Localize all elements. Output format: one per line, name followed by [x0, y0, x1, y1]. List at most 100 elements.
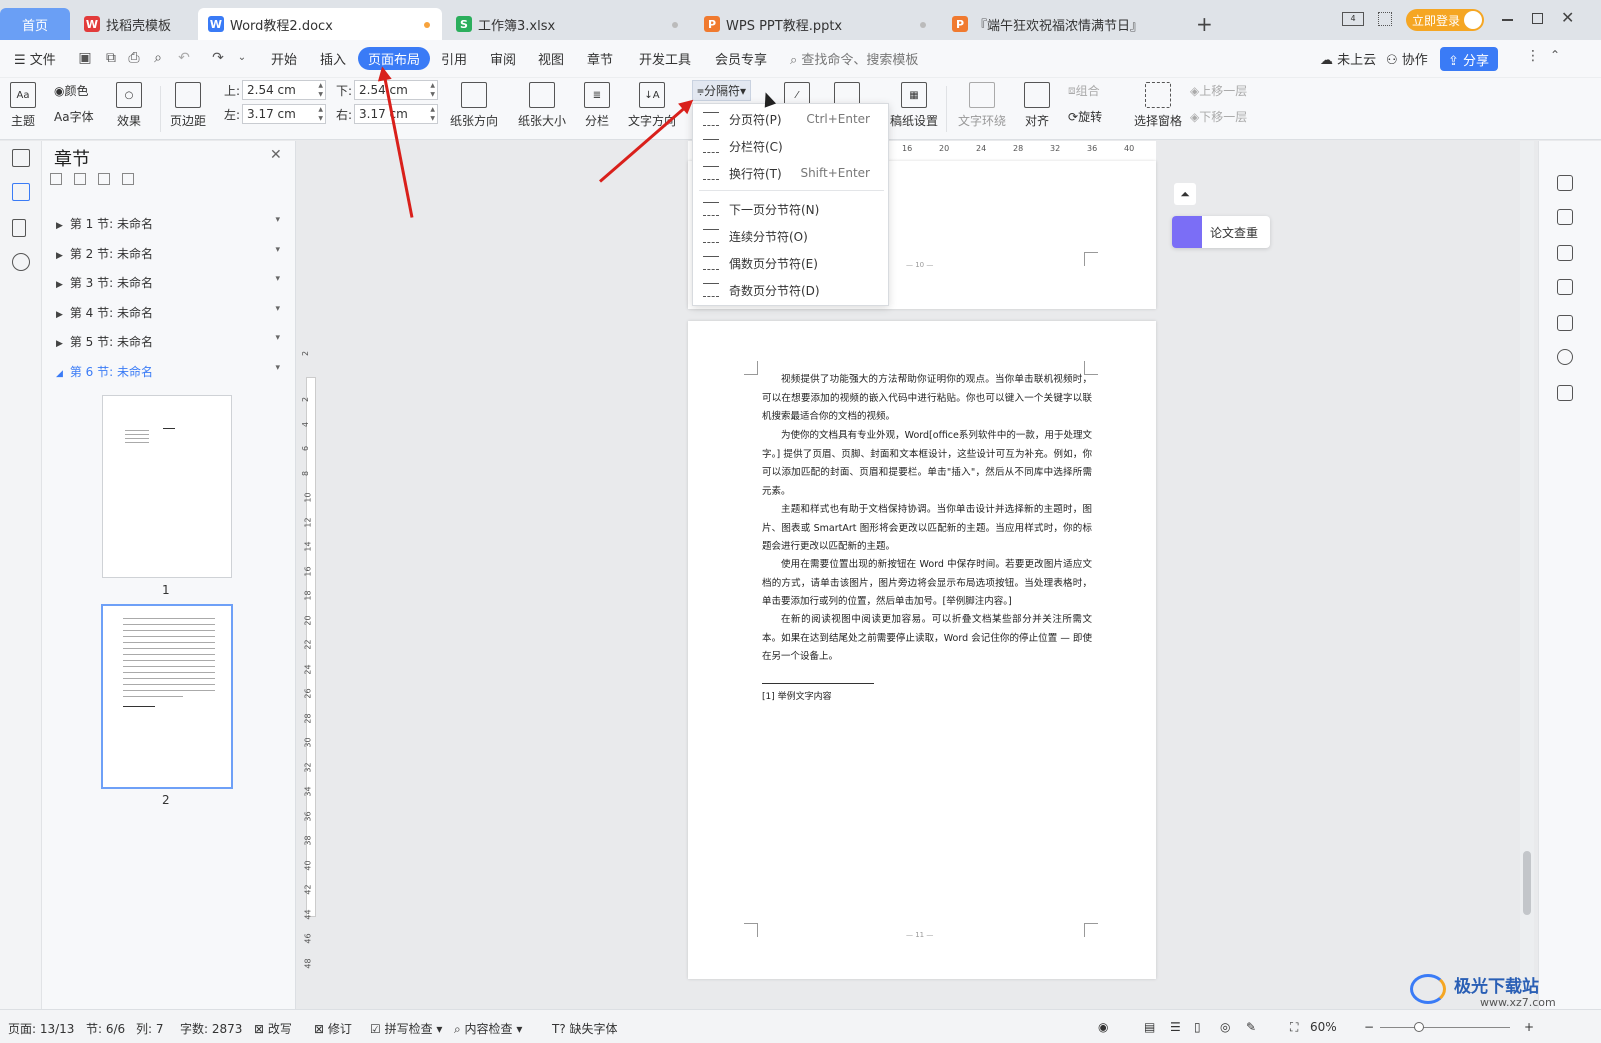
section-indicator[interactable]: 节: 6/6 — [86, 1020, 125, 1037]
even-page-section-option[interactable]: 偶数页分节符(E) — [693, 250, 888, 276]
chevron-down-icon[interactable]: ▾ — [275, 333, 280, 343]
page-thumbnail-1[interactable] — [102, 395, 232, 578]
track-changes-toggle[interactable]: ⊠ 修订 — [314, 1020, 352, 1037]
print-icon[interactable]: ⎙ — [126, 50, 142, 66]
zoom-in-icon[interactable]: + — [1524, 1020, 1534, 1034]
text-wrap-button[interactable]: 文字环绕 — [958, 82, 1006, 129]
paragraph[interactable]: 使用在需要位置出现的新按钮在 Word 中保存时间。若要更改图片适应文档的方式，… — [762, 556, 1092, 612]
document-canvas[interactable]: 16 20 24 28 32 36 40 — 10 — 视频提供了功能强大的方法帮助你证明你… — [322, 141, 1554, 1009]
paragraph[interactable]: 视频提供了功能强大的方法帮助你证明你的观点。当你单击联机视频时，可以在想要添加的… — [762, 371, 1092, 427]
column-break-option[interactable]: 分栏符(C) — [693, 133, 888, 159]
sliders-icon[interactable] — [1557, 279, 1573, 295]
font-button[interactable]: Aa 字体 — [54, 108, 94, 125]
line-break-option[interactable]: 换行符(T) Shift+Enter — [693, 160, 888, 186]
chapter-nav-icon[interactable] — [12, 183, 30, 201]
outline-view-icon[interactable]: ☰ — [1170, 1020, 1181, 1034]
eye-protect-icon[interactable]: ◉ — [1098, 1020, 1108, 1034]
theme-button[interactable]: Aa 主题 — [10, 82, 36, 129]
fit-page-icon[interactable]: ⛶ — [1290, 1020, 1298, 1035]
chevron-down-icon[interactable]: ⌄ — [234, 50, 250, 66]
redo-icon[interactable]: ↷ — [210, 50, 226, 66]
word-count[interactable]: 字数: 2873 — [180, 1020, 242, 1037]
overwrite-toggle[interactable]: ⊠ 改写 — [254, 1020, 292, 1037]
add-section-icon[interactable] — [98, 173, 110, 185]
collapse-up-icon[interactable]: ⏶ — [1174, 183, 1196, 205]
pointer-icon[interactable] — [1557, 245, 1573, 261]
file-menu[interactable]: ☰ 文件 — [14, 49, 56, 68]
page-11[interactable]: 视频提供了功能强大的方法帮助你证明你的观点。当你单击联机视频时，可以在想要添加的… — [688, 321, 1156, 979]
chapter-item-3[interactable]: ▶ 第 3 节: 未命名 ▾ — [56, 274, 280, 291]
page-view-icon[interactable]: ▤ — [1144, 1020, 1155, 1034]
zoom-slider[interactable] — [1380, 1022, 1510, 1032]
menu-start[interactable]: 开始 — [271, 49, 297, 68]
menu-chapter[interactable]: 章节 — [587, 49, 613, 68]
bring-forward-button[interactable]: ◈ 上移一层 — [1190, 82, 1247, 99]
orientation-button[interactable]: 纸张方向 — [450, 82, 498, 129]
margin-button[interactable]: 页边距 — [170, 82, 206, 129]
chevron-down-icon[interactable]: ▾ — [275, 245, 280, 255]
menu-member[interactable]: 会员专享 — [715, 49, 767, 68]
scrollbar-thumb[interactable] — [1523, 851, 1531, 915]
undo-icon[interactable]: ↶ — [176, 50, 192, 66]
color-button[interactable]: ◉ 颜色 — [54, 82, 89, 99]
web-view-icon[interactable]: ◎ — [1220, 1020, 1230, 1034]
page-indicator[interactable]: 页面: 13/13 — [8, 1020, 74, 1037]
next-page-section-option[interactable]: 下一页分节符(N) — [693, 196, 888, 222]
chevron-down-icon[interactable]: ▾ — [275, 215, 280, 225]
collab-button[interactable]: ⚇ 协作 — [1386, 49, 1428, 68]
image-tool-icon[interactable] — [1557, 315, 1573, 331]
paper-check-button[interactable]: 论文查重 — [1172, 216, 1270, 248]
continuous-section-option[interactable]: 连续分节符(O) — [693, 223, 888, 249]
preview-icon[interactable]: ⌕ — [150, 50, 166, 66]
tab-templates[interactable]: W 找稻壳模板 — [74, 8, 194, 40]
layout-icon[interactable]: 4 — [1342, 12, 1364, 26]
content-check-button[interactable]: ⌕ 内容检查 ▾ — [454, 1020, 522, 1037]
zoom-level[interactable]: 60% — [1310, 1020, 1337, 1034]
top-margin-input[interactable]: 2.54 cm — [242, 80, 326, 100]
chevron-down-icon[interactable]: ▾ — [275, 363, 280, 373]
collapse-all-icon[interactable] — [50, 173, 62, 185]
share-button[interactable]: ⇪ 分享 — [1440, 47, 1498, 71]
new-tab-plus-icon[interactable]: + — [1196, 12, 1213, 36]
odd-page-section-option[interactable]: 奇数页分节符(D) — [693, 277, 888, 303]
close-icon[interactable]: ✕ — [270, 147, 282, 163]
export-icon[interactable]: ⧉ — [103, 50, 119, 66]
save-icon[interactable]: ▣ — [77, 50, 93, 66]
page-thumbnail-2[interactable] — [101, 604, 233, 789]
tab-ppt-festival[interactable]: P 『端午狂欢祝福浓情满节日』 — [942, 8, 1186, 40]
collapse-ribbon-icon[interactable]: ⌃ — [1550, 48, 1560, 62]
separator-button[interactable]: ⩦ 分隔符 ▾ — [692, 80, 752, 101]
left-margin-input[interactable]: 3.17 cm — [242, 104, 326, 124]
cloud-status[interactable]: ☁ 未上云 — [1320, 49, 1376, 68]
menu-references[interactable]: 引用 — [441, 49, 467, 68]
zoom-slider-handle[interactable] — [1414, 1022, 1424, 1032]
menu-review[interactable]: 审阅 — [490, 49, 516, 68]
chapter-item-2[interactable]: ▶ 第 2 节: 未命名 ▾ — [56, 245, 280, 262]
menu-devtools[interactable]: 开发工具 — [639, 49, 691, 68]
chapter-item-1[interactable]: ▶ 第 1 节: 未命名 ▾ — [56, 215, 280, 232]
write-view-icon[interactable]: ✎ — [1246, 1020, 1256, 1034]
close-icon[interactable]: ✕ — [1561, 8, 1574, 27]
align-button[interactable]: 对齐 — [1024, 82, 1050, 129]
send-backward-button[interactable]: ◈ 下移一层 — [1190, 108, 1247, 125]
search-box[interactable]: ⌕ 查找命令、搜索模板 — [790, 49, 918, 68]
selection-pane-button[interactable]: 选择窗格 — [1134, 82, 1182, 129]
footnote[interactable]: [1] 举例文字内容 — [762, 689, 832, 702]
compass-icon[interactable] — [1557, 349, 1573, 365]
zoom-out-icon[interactable]: − — [1364, 1020, 1374, 1034]
menu-insert[interactable]: 插入 — [320, 49, 346, 68]
paragraph[interactable]: 为使你的文档具有专业外观，Word[office系列软件中的一款，用于处理文字。… — [762, 427, 1092, 501]
chevron-down-icon[interactable]: ▾ — [275, 274, 280, 284]
tab-ppt[interactable]: P WPS PPT教程.pptx — [694, 8, 938, 40]
menu-view[interactable]: 视图 — [538, 49, 564, 68]
paragraph[interactable]: 在新的阅读视图中阅读更加容易。可以折叠文档某些部分并关注所需文本。如果在达到结尾… — [762, 611, 1092, 667]
group-button[interactable]: ⧈ 组合 — [1068, 82, 1100, 99]
paper-size-button[interactable]: 纸张大小 — [518, 82, 566, 129]
paragraph[interactable]: 主题和样式也有助于文档保持协调。当你单击设计并选择新的主题时，图片、图表或 Sm… — [762, 501, 1092, 557]
right-margin-input[interactable]: 3.17 cm — [354, 104, 438, 124]
chapter-item-6[interactable]: ◢ 第 6 节: 未命名 ▾ — [56, 363, 280, 380]
login-button[interactable]: 立即登录 — [1406, 9, 1484, 31]
manuscript-button[interactable]: ▦ 稿纸设置 — [890, 82, 938, 129]
remove-section-icon[interactable] — [122, 173, 134, 185]
effect-button[interactable]: ○ 效果 — [116, 82, 142, 129]
